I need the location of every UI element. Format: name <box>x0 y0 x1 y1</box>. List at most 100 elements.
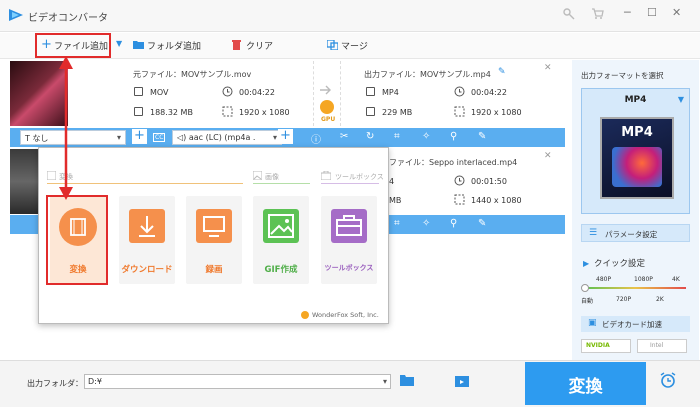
output-format-title: 出力フォーマットを選択 <box>581 71 664 80</box>
convert-tile-highlight <box>46 195 108 285</box>
gpu-badge-icon <box>320 100 334 114</box>
screen-record-icon <box>196 209 232 243</box>
nvidia-label: NVIDIA <box>586 342 610 349</box>
audio-track-value: aac (LC) (mp4a . <box>188 133 256 142</box>
nvidia-toggle[interactable]: NVIDIA <box>581 339 631 353</box>
effects-icon[interactable]: ✧ <box>422 218 430 229</box>
output-resolution: 1920 x 1080 <box>471 108 522 117</box>
section-divider <box>47 183 243 184</box>
annotation-arrow <box>59 56 73 200</box>
title-bar: ビデオコンバータ ─ ☐ ✕ <box>0 0 700 32</box>
output-duration: 00:04:22 <box>471 88 507 97</box>
quality-4k: 4K <box>672 276 680 283</box>
convert-button[interactable]: 変換 <box>525 362 646 405</box>
folder-icon <box>133 40 144 52</box>
image-section-icon <box>252 170 263 182</box>
output-folder-label: 出力フォルダ： <box>27 379 83 388</box>
toolbox-tile[interactable]: ツールボックス <box>321 196 377 284</box>
source-duration: 00:04:22 <box>239 88 275 97</box>
cut-icon[interactable]: ✂ <box>340 131 348 142</box>
image-icon <box>263 209 299 243</box>
quality-1080p: 1080P <box>634 276 653 283</box>
chevron-down-icon: ▼ <box>677 95 684 104</box>
browse-folder-icon[interactable] <box>400 374 414 388</box>
source-format: MOV <box>150 88 169 97</box>
download-icon <box>129 209 165 243</box>
download-tile[interactable]: ダウンロード <box>119 196 175 284</box>
sliders-icon: ☰ <box>589 228 598 238</box>
key-icon[interactable] <box>563 8 575 23</box>
output-folder-input[interactable]: D:¥ ▾ <box>84 374 391 389</box>
rotate-icon[interactable]: ↻ <box>366 131 374 142</box>
intel-toggle[interactable]: Intel <box>637 339 687 353</box>
feature-popup: 変換 画像 ツールボックス 変換 ダウンロード 録画 GIF作成 <box>38 147 389 324</box>
subtitle-edit-icon[interactable]: ✎ <box>478 131 486 142</box>
crop-icon[interactable]: ⌗ <box>394 131 400 142</box>
convert-arrow-icon <box>319 84 333 98</box>
minimize-button[interactable]: ─ <box>624 6 631 19</box>
chevron-down-icon[interactable]: ▾ <box>383 377 387 386</box>
toolbox-tile-label: ツールボックス <box>324 264 374 272</box>
format-icon <box>366 87 375 96</box>
convert-button-label: 変換 <box>568 377 603 397</box>
brand-text: WonderFox Soft, Inc. <box>312 311 379 319</box>
gif-maker-tile-label: GIF作成 <box>264 265 298 275</box>
gpu-acceleration-header: ▣ ビデオカード加速 <box>581 316 690 332</box>
clock-icon <box>454 86 465 99</box>
chip-icon: ▣ <box>588 318 597 328</box>
alarm-clock-icon[interactable] <box>660 372 676 390</box>
add-subtitle-button[interactable]: + <box>132 129 147 144</box>
format-selector[interactable]: MP4 ▼ MP4 <box>581 88 690 214</box>
edit-icon[interactable]: ✎ <box>498 67 506 77</box>
audio-track-select[interactable]: ◁) aac (LC) (mp4a . ▾ <box>172 130 282 145</box>
record-tile[interactable]: 録画 <box>186 196 242 284</box>
cc-icon[interactable]: CC <box>153 133 166 142</box>
section-image-label: 画像 <box>265 173 279 181</box>
remove-file-button[interactable]: ✕ <box>544 151 552 161</box>
parameter-settings-label: パラメータ設定 <box>605 230 658 239</box>
clear-button[interactable]: クリア <box>246 39 273 52</box>
add-file-button[interactable]: ファイル追加 <box>54 39 108 52</box>
plus-icon: + <box>41 37 52 52</box>
format-name: MP4 <box>624 95 647 105</box>
source-size: 188.32 MB <box>150 108 193 117</box>
gpu-label: GPU <box>321 116 336 123</box>
add-file-dropdown-icon[interactable]: ▼ <box>116 39 122 48</box>
record-tile-label: 録画 <box>205 265 223 275</box>
source-filename: 元ファイル：MOVサンプル.mov <box>133 70 252 79</box>
info-icon[interactable]: ⓘ <box>311 131 321 146</box>
quality-slider-track[interactable] <box>584 287 686 289</box>
quality-720p: 720P <box>616 296 632 303</box>
subtitle-edit-icon[interactable]: ✎ <box>478 218 486 229</box>
subtitle-value: なし <box>32 134 49 143</box>
close-button[interactable]: ✕ <box>672 6 681 19</box>
output-filename: ファイル：Seppo interlaced.mp4 <box>389 158 518 167</box>
output-format: MP4 <box>382 88 399 97</box>
bottom-bar: 出力フォルダ： D:¥ ▾ 変換 <box>0 360 700 407</box>
size-icon <box>366 107 375 116</box>
parameter-settings-button[interactable]: ☰ パラメータ設定 <box>581 224 690 242</box>
open-output-folder-icon[interactable] <box>455 374 469 389</box>
quality-480p: 480P <box>596 276 612 283</box>
size-icon <box>134 107 143 116</box>
toolbox-section-icon <box>320 170 332 182</box>
watermark-icon[interactable]: ⚲ <box>450 131 457 142</box>
source-resolution: 1920 x 1080 <box>239 108 290 117</box>
file-options-strip: T なし ▾ + CC ◁) aac (LC) (mp4a . ▾ + ⓘ ✂ … <box>10 128 565 147</box>
gpu-acceleration-label: ビデオカード加速 <box>602 320 662 329</box>
merge-button[interactable]: マージ <box>341 39 368 52</box>
add-folder-button[interactable]: フォルダ追加 <box>147 39 201 52</box>
gif-maker-tile[interactable]: GIF作成 <box>253 196 309 284</box>
crop-icon[interactable]: ⌗ <box>394 218 400 229</box>
add-audio-button[interactable]: + <box>278 129 293 144</box>
effects-icon[interactable]: ✧ <box>422 131 430 142</box>
resolution-icon <box>454 106 465 119</box>
remove-file-button[interactable]: ✕ <box>544 63 552 73</box>
maximize-button[interactable]: ☐ <box>647 6 657 19</box>
quality-slider-handle[interactable] <box>581 284 589 292</box>
mp4-format-icon: MP4 <box>600 117 674 199</box>
watermark-icon[interactable]: ⚲ <box>450 218 457 229</box>
cart-icon[interactable] <box>591 8 604 23</box>
intel-label: Intel <box>650 342 664 349</box>
output-size: 229 MB <box>382 108 413 117</box>
